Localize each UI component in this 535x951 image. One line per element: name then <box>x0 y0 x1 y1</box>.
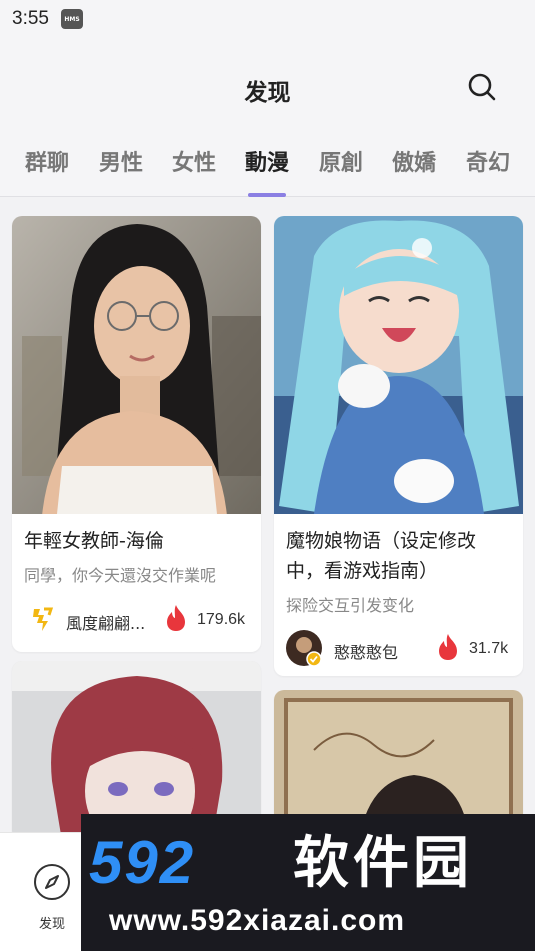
author-name[interactable]: 風度翩翩... <box>66 610 145 634</box>
author-avatar[interactable] <box>286 630 322 667</box>
category-tabs: 群聊 男性 女性 動漫 原創 傲嬌 奇幻 <box>0 140 535 197</box>
watermark-banner: 592 软件园 www.592xiazai.com <box>81 814 535 951</box>
card-title: 魔物娘物语（设定修改中，看游戏指南） <box>286 530 477 582</box>
search-icon <box>468 73 496 101</box>
author-name[interactable]: 憨憨憨包 <box>334 639 398 663</box>
tab-original[interactable]: 原創 <box>308 145 374 177</box>
hms-badge-icon: HMS <box>61 9 83 29</box>
card-image <box>12 216 261 514</box>
card-image <box>274 216 523 514</box>
card-description: 探险交互引发变化 <box>286 596 415 615</box>
fire-icon <box>439 634 457 660</box>
tab-fantasy[interactable]: 奇幻 <box>455 145 521 177</box>
header: 发现 <box>0 40 535 140</box>
status-time: 3:55 <box>12 8 49 29</box>
character-card[interactable]: 魔物娘物语（设定修改中，看游戏指南） 探险交互引发变化 憨憨憨包 31.7k <box>274 216 523 676</box>
watermark-url: www.592xiazai.com <box>109 904 406 937</box>
page-title: 发现 <box>244 80 291 106</box>
search-button[interactable] <box>467 72 497 102</box>
likes-count: 179.6k <box>197 611 246 628</box>
tab-anime[interactable]: 動漫 <box>234 145 300 177</box>
card-title: 年輕女教師-海倫 <box>24 530 164 552</box>
status-bar: 3:55 HMS <box>0 0 535 40</box>
tab-female[interactable]: 女性 <box>161 145 227 177</box>
tab-male[interactable]: 男性 <box>88 145 154 177</box>
tab-group-chat[interactable]: 群聊 <box>14 145 80 177</box>
author-avatar[interactable] <box>24 601 60 637</box>
compass-icon[interactable] <box>33 863 71 901</box>
card-description: 同學，你今天還沒交作業呢 <box>24 566 217 585</box>
likes-count: 31.7k <box>469 640 509 657</box>
tab-tsundere[interactable]: 傲嬌 <box>381 145 447 177</box>
watermark-brand: 592 <box>89 829 196 896</box>
watermark-brand-cn: 软件园 <box>293 831 473 896</box>
character-card[interactable]: 年輕女教師-海倫 同學，你今天還沒交作業呢 風度翩翩... 179.6k <box>12 216 261 652</box>
fire-icon <box>167 605 185 631</box>
nav-discover-label[interactable]: 发现 <box>33 913 71 932</box>
active-tab-indicator <box>248 193 286 197</box>
